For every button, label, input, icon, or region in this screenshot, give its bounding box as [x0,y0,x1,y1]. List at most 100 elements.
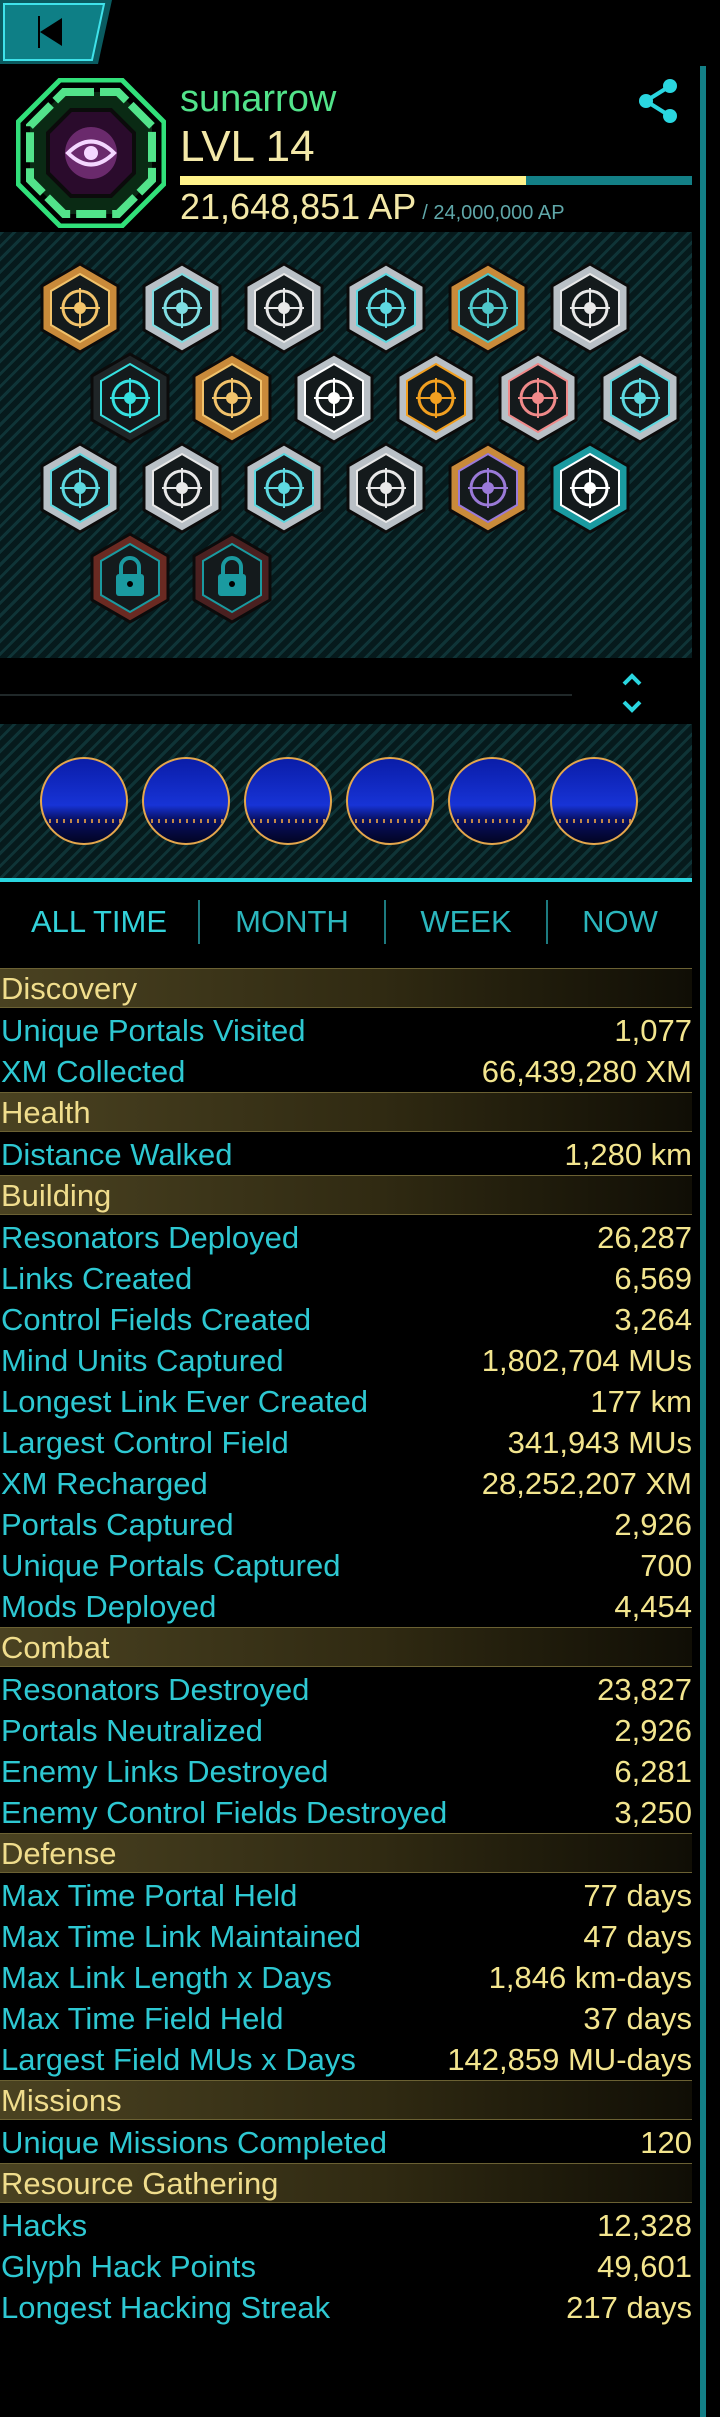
stat-value: 120 [640,2125,692,2160]
tab-all-time[interactable]: ALL TIME [0,892,198,952]
scroll-rail[interactable] [700,66,706,2417]
stat-row: Unique Portals Captured 700 [0,1545,692,1586]
stat-value: 77 days [583,1878,692,1913]
stat-row: Longest Hacking Streak 217 days [0,2287,692,2328]
stat-row: Resonators Destroyed 23,827 [0,1669,692,1710]
medal-5[interactable] [448,757,536,845]
stat-value: 6,281 [614,1754,692,1789]
badge-seer-icon[interactable] [186,352,278,444]
tab-week[interactable]: WEEK [386,892,546,952]
badge-recharger-icon[interactable] [238,442,330,534]
badge-connector-icon[interactable] [340,442,432,534]
stat-label: XM Recharged [1,1466,208,1501]
share-button[interactable] [636,78,682,124]
back-button[interactable] [0,0,112,64]
badge-missionday-icon[interactable] [544,442,636,534]
stat-label: Distance Walked [1,1137,233,1172]
section-header-missions: Missions [0,2080,692,2120]
stat-row: Enemy Links Destroyed 6,281 [0,1751,692,1792]
agent-level: LVL 14 [180,122,315,171]
stat-label: Mods Deployed [1,1589,217,1624]
stat-label: Longest Hacking Streak [1,2290,331,2325]
stat-row: Resonators Deployed 26,287 [0,1217,692,1258]
badge-liberator-icon[interactable] [492,352,584,444]
badge-panel [0,232,692,658]
badge-explorer-icon[interactable] [544,262,636,354]
ap-current: 21,648,851 AP [180,186,417,227]
tabs-top-border [0,878,692,882]
badge-guardian-icon[interactable] [442,442,534,534]
stat-label: Portals Captured [1,1507,234,1542]
stat-value: 12,328 [597,2208,692,2243]
stat-value: 177 km [590,1384,692,1419]
stat-row: Distance Walked 1,280 km [0,1134,692,1175]
stat-row: Hacks 12,328 [0,2205,692,2246]
stat-row: Portals Captured 2,926 [0,1504,692,1545]
stat-value: 6,569 [614,1261,692,1296]
stat-row: Portals Neutralized 2,926 [0,1710,692,1751]
medal-6[interactable] [550,757,638,845]
stat-row: Enemy Control Fields Destroyed 3,250 [0,1792,692,1833]
stat-value: 47 days [583,1919,692,1954]
stat-label: Unique Portals Captured [1,1548,341,1583]
badge-locked-1-icon[interactable] [84,532,176,624]
stats-tabs: ALL TIME MONTH WEEK NOW [0,892,692,952]
badge-engineer-icon[interactable] [340,262,432,354]
stat-value: 37 days [583,2001,692,2036]
stat-label: Max Time Field Held [1,2001,284,2036]
expand-collapse-icon [622,673,642,713]
stat-row: Largest Field MUs x Days 142,859 MU-days [0,2039,692,2080]
stats-list[interactable]: Discovery Unique Portals Visited 1,077 XM C… [0,968,692,2328]
stat-row: Largest Control Field 341,943 MUs [0,1422,692,1463]
stat-value: 66,439,280 XM [481,1054,692,1089]
badge-locked-2-icon[interactable] [186,532,278,624]
enlightened-faction-icon [15,77,167,229]
badge-purifier-icon[interactable] [288,352,380,444]
section-header-resource: Resource Gathering [0,2163,692,2203]
stat-row: Max Time Link Maintained 47 days [0,1916,692,1957]
badge-recursion-icon[interactable] [84,352,176,444]
stat-row: Max Time Portal Held 77 days [0,1875,692,1916]
stat-value: 2,926 [614,1507,692,1542]
stat-row: Unique Portals Visited 1,077 [0,1010,692,1051]
expand-collapse-button[interactable] [620,670,644,716]
tab-month[interactable]: MONTH [200,892,384,952]
stat-value: 49,601 [597,2249,692,2284]
stat-row: Unique Missions Completed 120 [0,2122,692,2163]
share-icon [639,79,677,123]
badge-builder-icon[interactable] [136,442,228,534]
badge-sojourner-icon[interactable] [238,262,330,354]
stat-label: Enemy Links Destroyed [1,1754,329,1789]
stat-label: Enemy Control Fields Destroyed [1,1795,448,1830]
badge-pioneer-icon[interactable] [34,442,126,534]
agent-avatar[interactable] [15,77,167,229]
medal-1[interactable] [40,757,128,845]
stat-row: Longest Link Ever Created 177 km [0,1381,692,1422]
stat-value: 3,250 [614,1795,692,1830]
section-header-building: Building [0,1175,692,1215]
stat-value: 142,859 MU-days [447,2042,692,2077]
stat-row: Max Time Field Held 37 days [0,1998,692,2039]
stat-label: Control Fields Created [1,1302,312,1337]
stat-row: XM Collected 66,439,280 XM [0,1051,692,1092]
stat-value: 1,280 km [564,1137,692,1172]
tab-now[interactable]: NOW [548,892,692,952]
medal-4[interactable] [346,757,434,845]
ap-progress-bar [180,176,692,185]
stat-value: 341,943 MUs [507,1425,692,1460]
badge-mind-controller-icon[interactable] [594,352,686,444]
medal-2[interactable] [142,757,230,845]
stat-label: Max Time Portal Held [1,1878,298,1913]
stat-row: Control Fields Created 3,264 [0,1299,692,1340]
stat-row: Max Link Length x Days 1,846 km-days [0,1957,692,1998]
stat-label: Max Time Link Maintained [1,1919,362,1954]
medal-3[interactable] [244,757,332,845]
badge-illuminator-icon[interactable] [442,262,534,354]
badge-navigator-icon[interactable] [136,262,228,354]
stat-value: 2,926 [614,1713,692,1748]
badge-trekker-icon[interactable] [34,262,126,354]
stat-label: Longest Link Ever Created [1,1384,369,1419]
badge-hacker-icon[interactable] [390,352,482,444]
stat-value: 1,802,704 MUs [481,1343,692,1378]
stat-label: XM Collected [1,1054,186,1089]
